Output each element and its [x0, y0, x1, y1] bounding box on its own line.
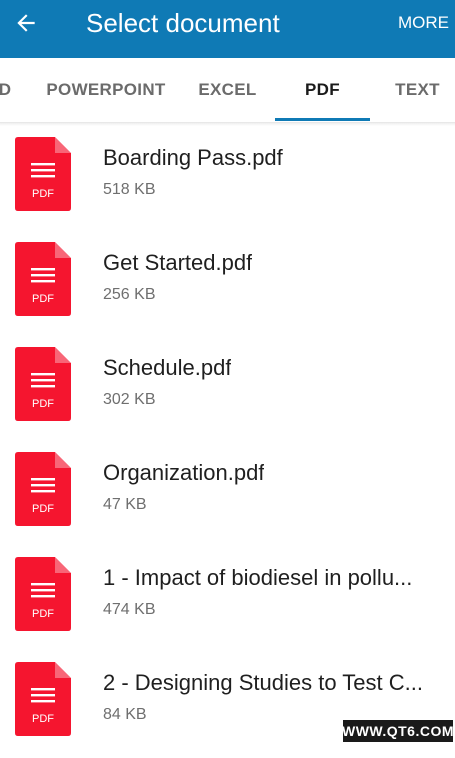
- file-size: 474 KB: [103, 601, 156, 618]
- pdf-icon-label: PDF: [32, 713, 54, 725]
- app-bar: Select document MORE: [0, 0, 455, 58]
- page-title: Select document: [86, 8, 280, 38]
- site-watermark: WWW.QT6.COM: [342, 720, 454, 742]
- file-size: 518 KB: [103, 181, 156, 198]
- tab-powerpoint[interactable]: POWERPOINT: [40, 58, 172, 122]
- active-tab-indicator: [275, 118, 370, 121]
- pdf-icon-label: PDF: [32, 293, 54, 305]
- file-size: 256 KB: [103, 286, 156, 303]
- pdf-file-icon: PDF: [15, 452, 71, 526]
- file-name: 1 - Impact of biodiesel in pollu...: [103, 565, 413, 590]
- pdf-icon-label: PDF: [32, 608, 54, 620]
- file-name: Schedule.pdf: [103, 355, 232, 380]
- list-item[interactable]: PDF Get Started.pdf 256 KB: [0, 233, 455, 338]
- list-item[interactable]: PDF Schedule.pdf 302 KB: [0, 338, 455, 443]
- pdf-file-icon: PDF: [15, 242, 71, 316]
- tab-shadow: [0, 122, 455, 126]
- arrow-left-icon: [17, 14, 35, 32]
- back-button[interactable]: [8, 5, 44, 41]
- pdf-file-icon: PDF: [15, 662, 71, 736]
- tab-excel[interactable]: EXCEL: [190, 58, 265, 122]
- pdf-icon-label: PDF: [32, 188, 54, 200]
- file-size: 84 KB: [103, 706, 147, 723]
- list-item[interactable]: PDF Organization.pdf 47 KB: [0, 443, 455, 548]
- file-name: Boarding Pass.pdf: [103, 145, 283, 170]
- pdf-file-icon: PDF: [15, 347, 71, 421]
- tab-pdf[interactable]: PDF: [275, 58, 370, 122]
- pdf-file-icon: PDF: [15, 557, 71, 631]
- pdf-icon-label: PDF: [32, 398, 54, 410]
- more-button[interactable]: MORE: [398, 13, 449, 33]
- pdf-file-icon: PDF: [15, 137, 71, 211]
- list-item[interactable]: PDF 1 - Impact of biodiesel in pollu... …: [0, 548, 455, 653]
- tab-text[interactable]: TEXT: [385, 58, 450, 122]
- file-type-tabs: D POWERPOINT EXCEL PDF TEXT: [0, 58, 455, 123]
- file-name: Get Started.pdf: [103, 250, 253, 275]
- file-name: Organization.pdf: [103, 460, 265, 485]
- pdf-icon-label: PDF: [32, 503, 54, 515]
- file-size: 302 KB: [103, 391, 156, 408]
- list-item[interactable]: PDF Boarding Pass.pdf 518 KB: [0, 128, 455, 233]
- tab-word[interactable]: D: [0, 58, 18, 122]
- file-name: 2 - Designing Studies to Test C...: [103, 670, 423, 695]
- list-item[interactable]: PDF 2 - Designing Studies to Test C... 8…: [0, 653, 455, 758]
- file-size: 47 KB: [103, 496, 147, 513]
